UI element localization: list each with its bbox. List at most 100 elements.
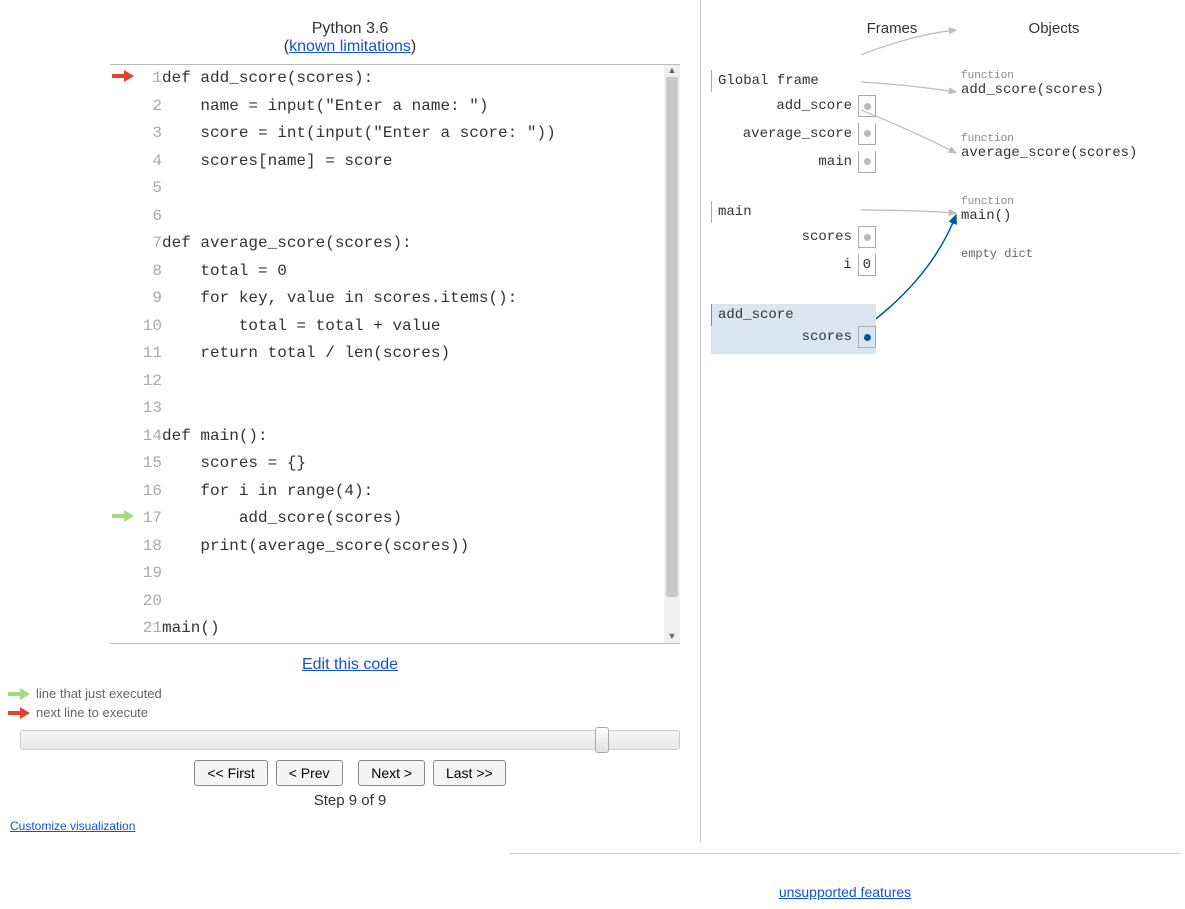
objects-column: function add_score(scores) function aver… [961, 70, 1137, 296]
code-line: 1def add_score(scores): [110, 65, 680, 93]
code-line: 4 scores[name] = score [110, 148, 680, 176]
next-button[interactable]: Next > [358, 760, 425, 786]
code-line: 2 name = input("Enter a name: ") [110, 93, 680, 121]
code-text: total = total + value [162, 313, 680, 341]
arrow-cell [110, 395, 134, 423]
var-average-score: average_score [711, 120, 876, 148]
code-text: add_score(scores) [162, 505, 680, 533]
scroll-down-icon[interactable]: ▼ [664, 631, 680, 643]
code-line: 15 scores = {} [110, 450, 680, 478]
slider-handle[interactable] [595, 727, 609, 753]
code-text [162, 203, 680, 231]
code-line: 12 [110, 368, 680, 396]
first-button[interactable]: << First [194, 760, 267, 786]
var-box [858, 151, 876, 173]
code-line: 9 for key, value in scores.items(): [110, 285, 680, 313]
global-frame: Global frame add_score average_score mai… [711, 70, 876, 176]
add-score-frame: add_score scores [711, 304, 876, 354]
arrow-cell [110, 203, 134, 231]
code-line: 21main() [110, 615, 680, 643]
scrollbar-thumb[interactable] [666, 77, 678, 597]
code-text: total = 0 [162, 258, 680, 286]
line-number: 9 [134, 285, 162, 313]
arrow-cell [110, 423, 134, 451]
pointer-dot-icon [864, 103, 871, 110]
var-box [858, 226, 876, 248]
edit-link-wrap: Edit this code [10, 656, 690, 674]
code-line: 20 [110, 588, 680, 616]
prev-button[interactable]: < Prev [276, 760, 343, 786]
code-text: def average_score(scores): [162, 230, 680, 258]
var-i: i 0 [711, 251, 876, 279]
code-line: 8 total = 0 [110, 258, 680, 286]
scroll-up-icon[interactable]: ▲ [664, 65, 680, 77]
line-number: 10 [134, 313, 162, 341]
line-number: 4 [134, 148, 162, 176]
var-scores-2: scores [711, 326, 876, 354]
customize-link[interactable]: Customize visualization [10, 819, 135, 833]
known-limitations-link[interactable]: known limitations [289, 38, 411, 55]
code-text: score = int(input("Enter a score: ")) [162, 120, 680, 148]
code-line: 19 [110, 560, 680, 588]
line-number: 3 [134, 120, 162, 148]
code-line: 14def main(): [110, 423, 680, 451]
code-text: scores = {} [162, 450, 680, 478]
line-number: 20 [134, 588, 162, 616]
objects-header: Objects [1029, 20, 1080, 37]
pointer-dot-icon [864, 234, 871, 241]
obj-empty-dict: empty dict [961, 247, 1137, 261]
line-number: 11 [134, 340, 162, 368]
frames-column: Global frame add_score average_score mai… [711, 70, 876, 379]
line-number: 18 [134, 533, 162, 561]
step-slider[interactable] [20, 730, 680, 750]
line-number: 2 [134, 93, 162, 121]
line-number: 16 [134, 478, 162, 506]
footer: unsupported features [510, 853, 1180, 900]
pointer-dot-icon [864, 334, 871, 341]
line-number: 5 [134, 175, 162, 203]
customize-wrap: Customize visualization [10, 819, 690, 833]
code-area[interactable]: ▲ ▼ 1def add_score(scores):2 name = inpu… [110, 64, 680, 644]
arrow-cell [110, 175, 134, 203]
code-text: return total / len(scores) [162, 340, 680, 368]
code-line: 7def average_score(scores): [110, 230, 680, 258]
main-frame: main scores i 0 [711, 201, 876, 279]
var-main: main [711, 148, 876, 176]
green-arrow-icon [124, 510, 134, 522]
arrow-cell [110, 258, 134, 286]
arrow-cell [110, 285, 134, 313]
edit-code-link[interactable]: Edit this code [302, 656, 398, 673]
red-arrow-icon [20, 707, 30, 719]
code-text: scores[name] = score [162, 148, 680, 176]
line-number: 14 [134, 423, 162, 451]
line-number: 15 [134, 450, 162, 478]
code-text: for i in range(4): [162, 478, 680, 506]
code-line: 17 add_score(scores) [110, 505, 680, 533]
left-panel: Python 3.6 (known limitations) ▲ ▼ 1def … [0, 0, 700, 843]
arrow-cell [110, 450, 134, 478]
arrow-cell [110, 505, 134, 533]
code-text: name = input("Enter a name: ") [162, 93, 680, 121]
line-number: 8 [134, 258, 162, 286]
step-label: Step 9 of 9 [10, 792, 690, 809]
legend-green-label: line that just executed [36, 686, 162, 701]
arrow-cell [110, 65, 134, 93]
unsupported-features-link[interactable]: unsupported features [779, 884, 911, 900]
scrollbar[interactable]: ▲ ▼ [664, 65, 680, 643]
code-text: def main(): [162, 423, 680, 451]
line-number: 1 [134, 65, 162, 93]
line-number: 12 [134, 368, 162, 396]
code-line: 5 [110, 175, 680, 203]
var-box [858, 123, 876, 145]
code-line: 6 [110, 203, 680, 231]
line-number: 7 [134, 230, 162, 258]
last-button[interactable]: Last >> [433, 760, 506, 786]
pointer-dot-icon [864, 130, 871, 137]
code-text [162, 560, 680, 588]
frames-header: Frames [867, 20, 918, 37]
line-number: 21 [134, 615, 162, 643]
code-text [162, 588, 680, 616]
code-table: 1def add_score(scores):2 name = input("E… [110, 65, 680, 643]
code-text: for key, value in scores.items(): [162, 285, 680, 313]
var-scores: scores [711, 223, 876, 251]
